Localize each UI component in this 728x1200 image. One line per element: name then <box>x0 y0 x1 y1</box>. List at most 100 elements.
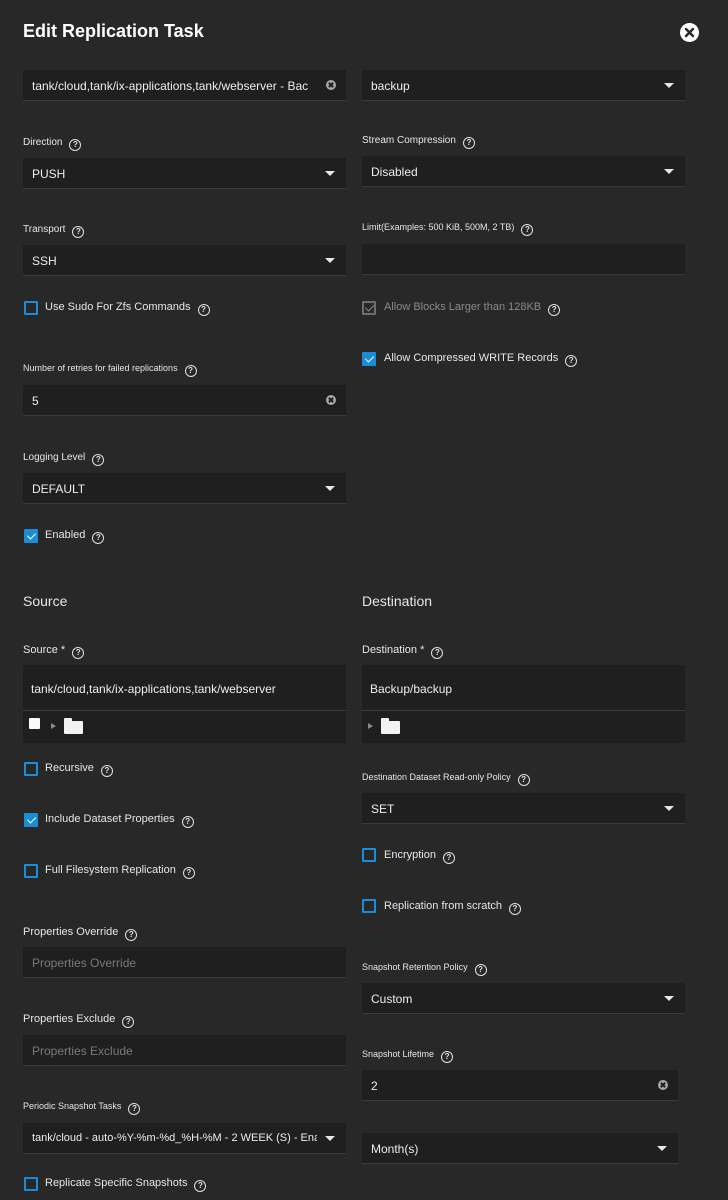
chevron-down-icon <box>664 806 674 811</box>
retries-input[interactable]: 5 <box>23 385 346 416</box>
help-icon[interactable]: ? <box>92 454 105 466</box>
help-icon[interactable]: ? <box>69 139 82 151</box>
help-icon[interactable]: ? <box>100 765 113 777</box>
props-override-input[interactable]: Properties Override <box>23 947 346 978</box>
allow-compressed-checkbox[interactable] <box>362 352 376 366</box>
help-icon[interactable]: ? <box>72 647 85 659</box>
props-exclude-label: Properties Exclude? <box>23 1013 135 1028</box>
from-scratch-label: Replication from scratch? <box>384 900 521 915</box>
props-override-label: Properties Override? <box>23 926 138 941</box>
target-value: backup <box>371 79 410 93</box>
help-icon[interactable]: ? <box>125 929 138 941</box>
lifetime-unit-select[interactable]: Month(s) <box>362 1133 678 1164</box>
chevron-down-icon <box>664 996 674 1001</box>
encryption-label: Encryption? <box>384 849 455 864</box>
use-sudo-checkbox[interactable] <box>24 301 38 315</box>
help-icon[interactable]: ? <box>182 867 195 879</box>
recursive-label: Recursive? <box>45 762 113 777</box>
enabled-label: Enabled? <box>45 529 105 544</box>
retries-value: 5 <box>32 394 39 408</box>
lifetime-unit-value: Month(s) <box>371 1142 419 1156</box>
help-icon[interactable]: ? <box>194 1180 207 1192</box>
tree-select-checkbox[interactable] <box>29 718 40 729</box>
lifetime-input[interactable]: 2 <box>362 1070 678 1101</box>
help-icon[interactable]: ? <box>442 852 455 864</box>
source-input[interactable]: tank/cloud,tank/ix-applications,tank/web… <box>23 665 346 711</box>
allow-compressed-label: Allow Compressed WRITE Records? <box>384 352 578 367</box>
help-icon[interactable]: ? <box>128 1103 141 1115</box>
snapshot-sources-field[interactable]: tank/cloud,tank/ix-applications,tank/web… <box>23 70 346 101</box>
periodic-select[interactable]: tank/cloud - auto-%Y-%m-%d_%H-%M - 2 WEE… <box>23 1123 346 1154</box>
logging-label: Logging Level? <box>23 452 105 466</box>
help-icon[interactable]: ? <box>548 304 561 316</box>
folder-icon <box>381 718 400 734</box>
destination-label: Destination *? <box>362 644 444 659</box>
encryption-checkbox[interactable] <box>362 848 376 862</box>
direction-value: PUSH <box>32 167 66 181</box>
direction-label: Direction? <box>23 137 82 151</box>
help-icon[interactable]: ? <box>197 304 210 316</box>
limit-label: Limit(Examples: 500 KiB, 500M, 2 TB)? <box>362 222 534 236</box>
props-exclude-input[interactable]: Properties Exclude <box>23 1035 346 1066</box>
clear-icon[interactable] <box>326 80 336 90</box>
replicate-specific-label: Replicate Specific Snapshots? <box>45 1177 207 1192</box>
help-icon[interactable]: ? <box>474 964 487 976</box>
folder-icon <box>64 718 83 734</box>
logging-value: DEFAULT <box>32 482 86 496</box>
clear-icon[interactable] <box>326 395 336 405</box>
full-fs-label: Full Filesystem Replication? <box>45 864 195 879</box>
help-icon[interactable]: ? <box>431 647 444 659</box>
retries-label: Number of retries for failed replication… <box>23 363 197 377</box>
enabled-checkbox[interactable] <box>24 529 38 543</box>
dest-readonly-value: SET <box>371 802 395 816</box>
transport-select[interactable]: SSH <box>23 245 346 276</box>
help-icon[interactable]: ? <box>517 774 530 786</box>
periodic-label: Periodic Snapshot Tasks? <box>23 1101 141 1115</box>
chevron-down-icon <box>657 1146 667 1151</box>
chevron-down-icon <box>664 169 674 174</box>
source-value: tank/cloud,tank/ix-applications,tank/web… <box>31 682 276 696</box>
full-fs-checkbox[interactable] <box>24 864 38 878</box>
help-icon[interactable]: ? <box>92 532 105 544</box>
stream-compression-select[interactable]: Disabled <box>362 156 685 187</box>
allow-blocks-checkbox <box>362 301 376 315</box>
retention-value: Custom <box>371 992 413 1006</box>
chevron-down-icon <box>325 171 335 176</box>
help-icon[interactable]: ? <box>462 137 475 149</box>
include-props-label: Include Dataset Properties? <box>45 813 194 828</box>
use-sudo-label: Use Sudo For Zfs Commands? <box>45 301 210 316</box>
logging-select[interactable]: DEFAULT <box>23 473 346 504</box>
direction-select[interactable]: PUSH <box>23 158 346 189</box>
help-icon[interactable]: ? <box>565 355 578 367</box>
dialog-title: Edit Replication Task <box>23 21 204 41</box>
help-icon[interactable]: ? <box>509 903 521 915</box>
help-icon[interactable]: ? <box>441 1051 454 1063</box>
limit-input[interactable] <box>362 244 685 275</box>
include-props-checkbox[interactable] <box>24 813 38 827</box>
retention-select[interactable]: Custom <box>362 983 685 1014</box>
recursive-checkbox[interactable] <box>24 762 38 776</box>
from-scratch-checkbox[interactable] <box>362 899 376 913</box>
help-icon[interactable]: ? <box>122 1016 135 1028</box>
replicate-specific-checkbox[interactable] <box>24 1177 38 1191</box>
destination-section-title: Destination <box>362 593 433 609</box>
retention-label: Snapshot Retention Policy? <box>362 962 487 976</box>
target-select[interactable]: backup <box>362 70 685 101</box>
dest-readonly-select[interactable]: SET <box>362 793 685 824</box>
periodic-value: tank/cloud - auto-%Y-%m-%d_%H-%M - 2 WEE… <box>32 1132 317 1144</box>
help-icon[interactable]: ? <box>521 224 534 236</box>
expand-arrow-icon[interactable] <box>368 723 373 729</box>
source-section-title: Source <box>23 593 68 609</box>
destination-tree[interactable]: Backup/backup <box>362 665 685 743</box>
help-icon[interactable]: ? <box>181 816 194 828</box>
destination-input[interactable]: Backup/backup <box>362 665 685 711</box>
help-icon[interactable]: ? <box>184 365 197 377</box>
props-override-placeholder: Properties Override <box>32 956 137 970</box>
help-icon[interactable]: ? <box>72 226 85 238</box>
expand-arrow-icon[interactable] <box>51 723 56 729</box>
dest-readonly-label: Destination Dataset Read-only Policy? <box>362 772 530 786</box>
clear-icon[interactable] <box>658 1080 668 1090</box>
chevron-down-icon <box>664 83 674 88</box>
source-tree[interactable]: tank/cloud,tank/ix-applications,tank/web… <box>23 665 346 743</box>
close-icon[interactable] <box>680 23 699 42</box>
